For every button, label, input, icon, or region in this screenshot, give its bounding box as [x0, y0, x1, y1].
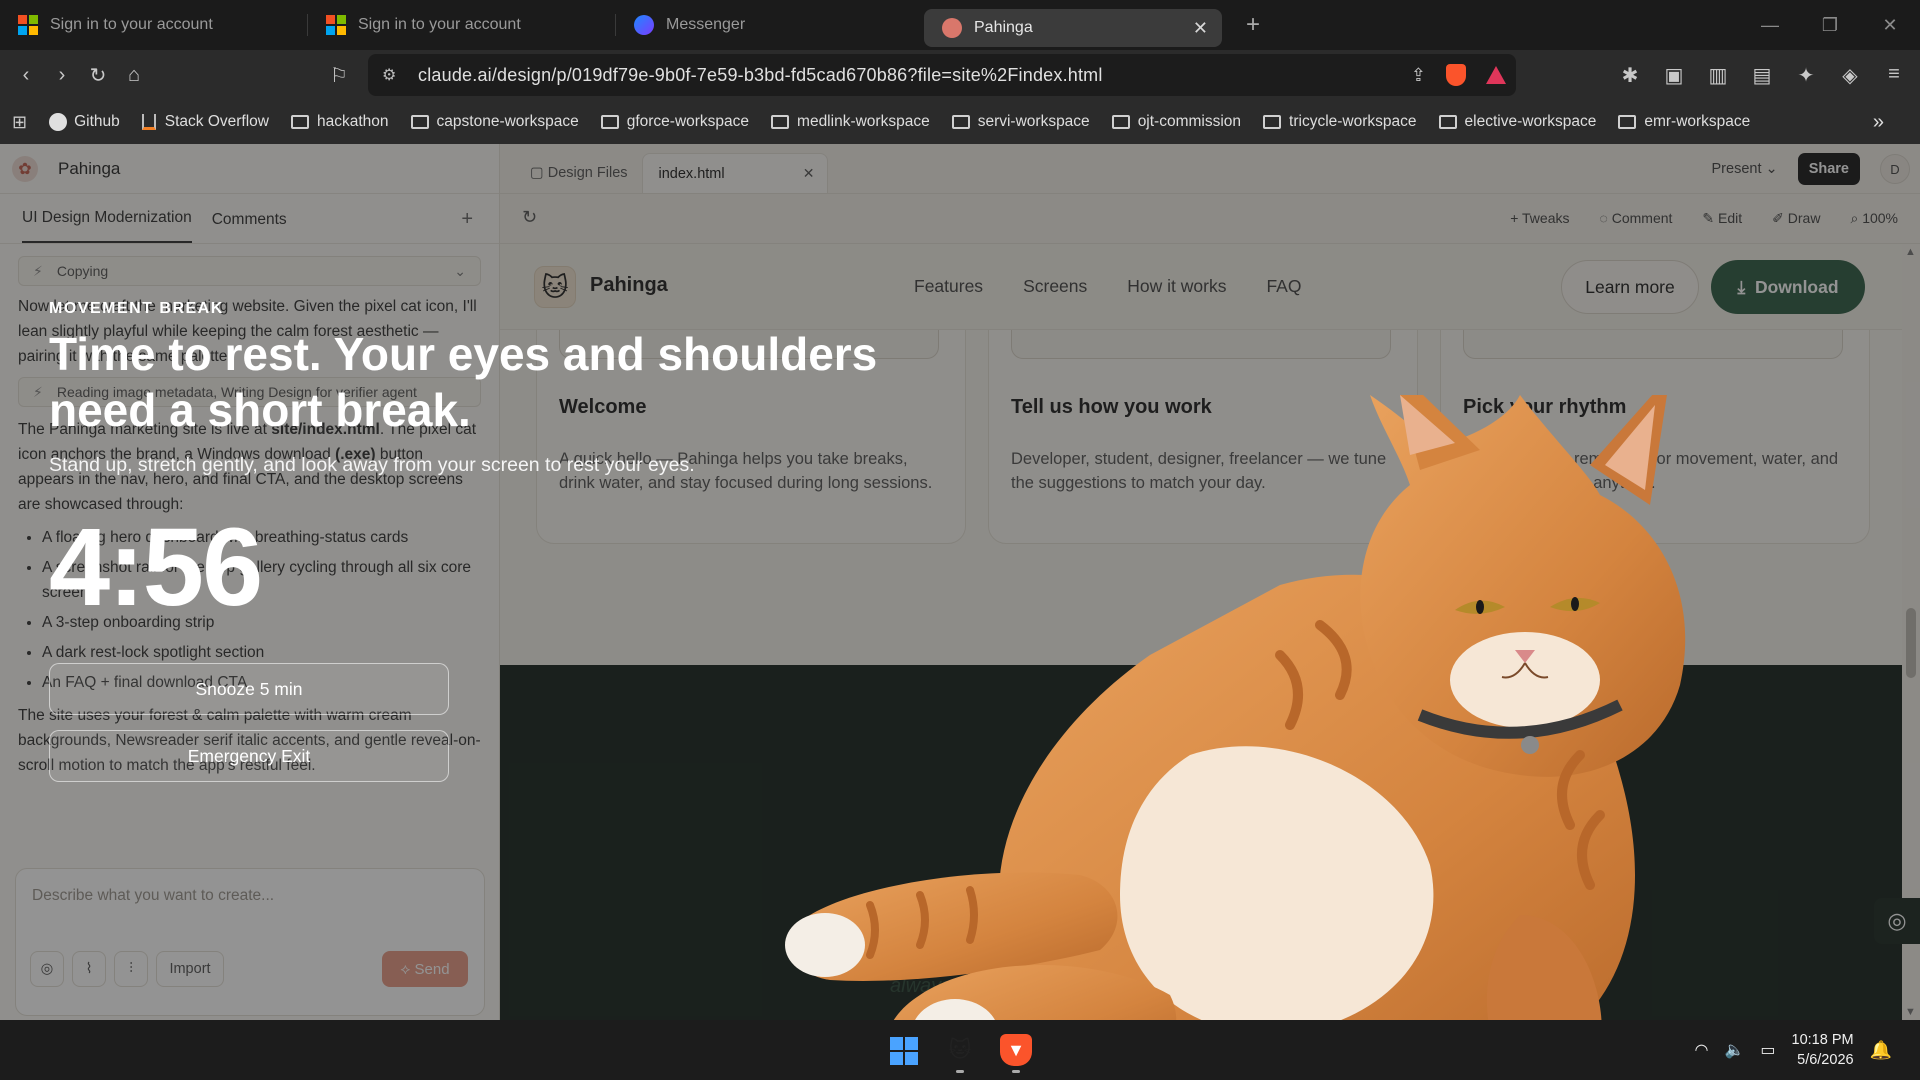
browser-tab-strip: Sign in to your account Sign in to your …: [0, 0, 1920, 50]
minimize-icon[interactable]: —: [1740, 15, 1800, 36]
folder-icon: [1111, 115, 1130, 129]
orange-cat-illustration: [785, 395, 1686, 1080]
messenger-icon: [634, 15, 654, 35]
browser-tab[interactable]: Messenger: [616, 0, 924, 50]
close-window-icon[interactable]: ✕: [1860, 15, 1920, 36]
bookmark-folder[interactable]: servi-workspace: [951, 113, 1090, 131]
clock-date: 5/6/2026: [1797, 1052, 1854, 1068]
bookmark-folder[interactable]: tricycle-workspace: [1263, 113, 1417, 131]
system-tray: ◠ 🔈 ▭ 10:18 PM 5/6/2026 🔔: [1694, 1030, 1892, 1070]
url-text[interactable]: claude.ai/design/p/019df79e-9b0f-7e59-b3…: [418, 65, 1103, 86]
emergency-exit-button[interactable]: Emergency Exit: [49, 730, 449, 782]
brave-rewards-icon[interactable]: [1486, 66, 1506, 84]
break-subtitle: Stand up, stretch gently, and look away …: [49, 454, 695, 476]
folder-icon: [951, 115, 970, 129]
github-icon: [49, 113, 68, 131]
volume-icon[interactable]: 🔈: [1724, 1040, 1744, 1060]
folder-icon: [1618, 115, 1637, 129]
bookmark-folder[interactable]: medlink-workspace: [771, 113, 930, 131]
browser-tab-active[interactable]: Pahinga ✕: [924, 9, 1222, 47]
windows-taskbar: 🐱 ▼ ◠ 🔈 ▭ 10:18 PM 5/6/2026 🔔: [0, 1020, 1920, 1080]
site-settings-icon[interactable]: ⚙: [382, 65, 396, 85]
bookmark-folder[interactable]: hackathon: [291, 113, 389, 131]
folder-icon: [600, 115, 619, 129]
apps-grid-icon[interactable]: ⊞: [12, 112, 27, 133]
brave-browser-icon[interactable]: ▼: [1000, 1034, 1032, 1066]
windows-start-icon[interactable]: [890, 1037, 918, 1065]
notifications-icon[interactable]: 🔔: [1870, 1040, 1892, 1061]
folder-icon: [771, 115, 790, 129]
folder-icon: [1263, 115, 1282, 129]
bookmarks-bar: ⊞ Github Stack Overflow hackathon capsto…: [0, 100, 1920, 144]
folder-icon: [291, 115, 309, 129]
folder-icon: [410, 115, 429, 129]
back-icon[interactable]: ‹: [8, 64, 44, 87]
bookmark-folder[interactable]: capstone-workspace: [410, 113, 579, 131]
extensions-icon[interactable]: ✱: [1612, 63, 1648, 88]
tab-title: Sign in to your account: [50, 16, 213, 33]
bookmark-folder[interactable]: ojt-commission: [1111, 113, 1241, 131]
pahinga-icon: [942, 18, 962, 38]
vpn-icon[interactable]: ◈: [1832, 63, 1868, 88]
address-bar[interactable]: ⚙ claude.ai/design/p/019df79e-9b0f-7e59-…: [368, 54, 1516, 96]
maximize-icon[interactable]: ❐: [1800, 15, 1860, 36]
close-tab-icon[interactable]: ✕: [1193, 18, 1208, 39]
window-controls: — ❐ ✕: [1740, 0, 1920, 50]
home-icon[interactable]: ⌂: [116, 64, 152, 87]
sidebar-icon[interactable]: ▥: [1700, 63, 1736, 88]
stackoverflow-icon: [141, 114, 156, 130]
brave-shields-icon[interactable]: [1446, 64, 1466, 86]
clock-time: 10:18 PM: [1791, 1032, 1854, 1048]
break-label: MOVEMENT BREAK: [49, 300, 224, 317]
tab-title: Pahinga: [974, 19, 1033, 36]
bookmark-stackoverflow[interactable]: Stack Overflow: [141, 113, 269, 131]
bookmark-folder[interactable]: emr-workspace: [1618, 113, 1750, 131]
countdown-timer: 4:56: [49, 506, 263, 629]
folder-icon: [1438, 115, 1457, 129]
running-indicator: [956, 1070, 964, 1073]
browser-tab[interactable]: Sign in to your account: [0, 0, 308, 50]
share-icon[interactable]: ⇪: [1411, 65, 1426, 86]
menu-icon[interactable]: ≡: [1876, 63, 1912, 88]
microsoft-icon: [18, 15, 38, 35]
wallet-icon[interactable]: ▤: [1744, 63, 1780, 88]
new-tab-button[interactable]: +: [1246, 11, 1260, 39]
microsoft-icon: [326, 15, 346, 35]
bookmark-github[interactable]: Github: [49, 113, 120, 131]
pahinga-app-icon[interactable]: 🐱: [944, 1034, 976, 1066]
bookmark-folder[interactable]: elective-workspace: [1438, 113, 1596, 131]
browser-tab[interactable]: Sign in to your account: [308, 0, 616, 50]
bookmark-icon[interactable]: ⚐: [330, 63, 348, 88]
browser-toolbar: ‹ › ↻ ⌂ ⚐ ⚙ claude.ai/design/p/019df79e-…: [0, 50, 1920, 100]
running-indicator: [1012, 1070, 1020, 1073]
reload-icon[interactable]: ↻: [80, 63, 116, 88]
reader-icon[interactable]: ▣: [1656, 63, 1692, 88]
tab-title: Messenger: [666, 16, 746, 33]
leo-ai-icon[interactable]: ✦: [1788, 63, 1824, 88]
clock[interactable]: 10:18 PM 5/6/2026: [1792, 1030, 1854, 1070]
bookmark-folder[interactable]: gforce-workspace: [600, 113, 749, 131]
battery-icon[interactable]: ▭: [1760, 1040, 1775, 1060]
wifi-icon[interactable]: ◠: [1694, 1040, 1708, 1060]
snooze-button[interactable]: Snooze 5 min: [49, 663, 449, 715]
tab-title: Sign in to your account: [358, 16, 521, 33]
forward-icon[interactable]: ›: [44, 64, 80, 87]
more-bookmarks-icon[interactable]: »: [1873, 111, 1884, 134]
